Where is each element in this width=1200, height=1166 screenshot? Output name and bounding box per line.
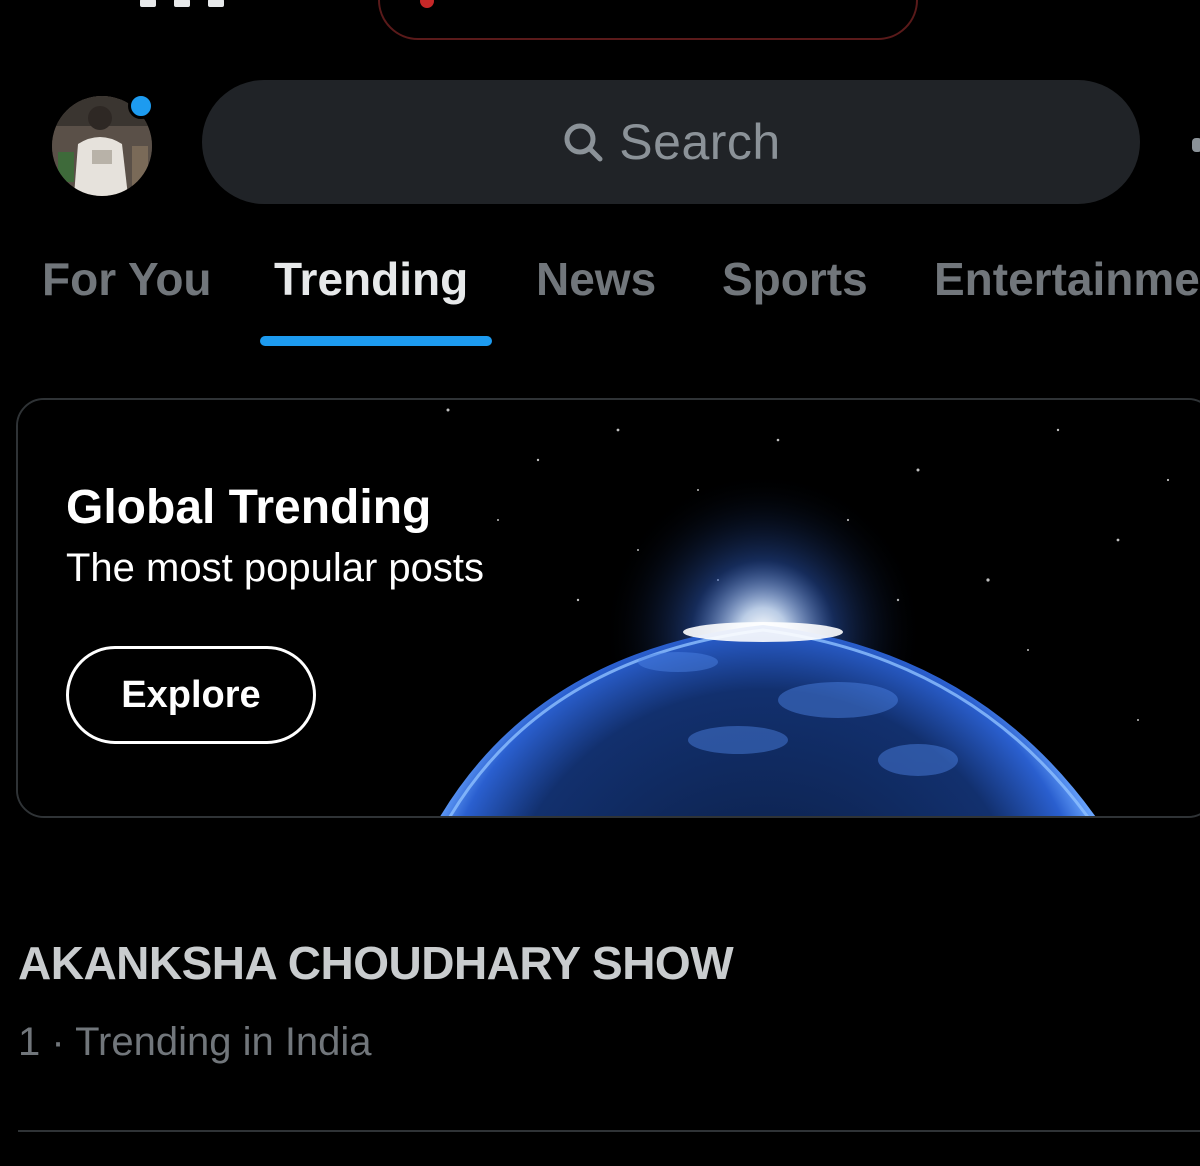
trend-title: AKANKSHA CHOUDHARY SHOW [18,937,734,989]
search-icon [564,123,603,162]
banner-subtitle: The most popular posts [66,546,484,590]
earth-horizon-image [18,400,1200,816]
active-tab-indicator [260,336,492,346]
search-placeholder: Search [619,114,781,170]
notification-dot-icon [128,93,154,119]
global-trending-banner[interactable]: Global Trending The most popular posts E… [16,398,1200,818]
explore-page: Search For You Trending News Sports Ente… [0,0,1200,1166]
tab-entertainment[interactable]: Entertainme [934,252,1200,306]
explore-tabs: For You Trending News Sports Entertainme [0,240,1200,360]
tab-trending[interactable]: Trending [274,252,468,306]
tab-for-you[interactable]: For You [42,252,212,306]
status-bar-indicators [140,0,270,7]
search-input[interactable]: Search [202,80,1140,204]
dynamic-island [378,0,918,40]
trend-list-item[interactable]: AKANKSHA CHOUDHARY SHOW 1 · Trending in … [18,930,1198,1130]
settings-icon[interactable] [1192,138,1200,152]
banner-title: Global Trending [66,481,432,534]
trend-context: 1 · Trending in India [18,1020,372,1064]
tab-news[interactable]: News [536,252,656,306]
list-divider [18,1130,1200,1132]
tab-sports[interactable]: Sports [722,252,868,306]
explore-button[interactable]: Explore [66,646,316,744]
